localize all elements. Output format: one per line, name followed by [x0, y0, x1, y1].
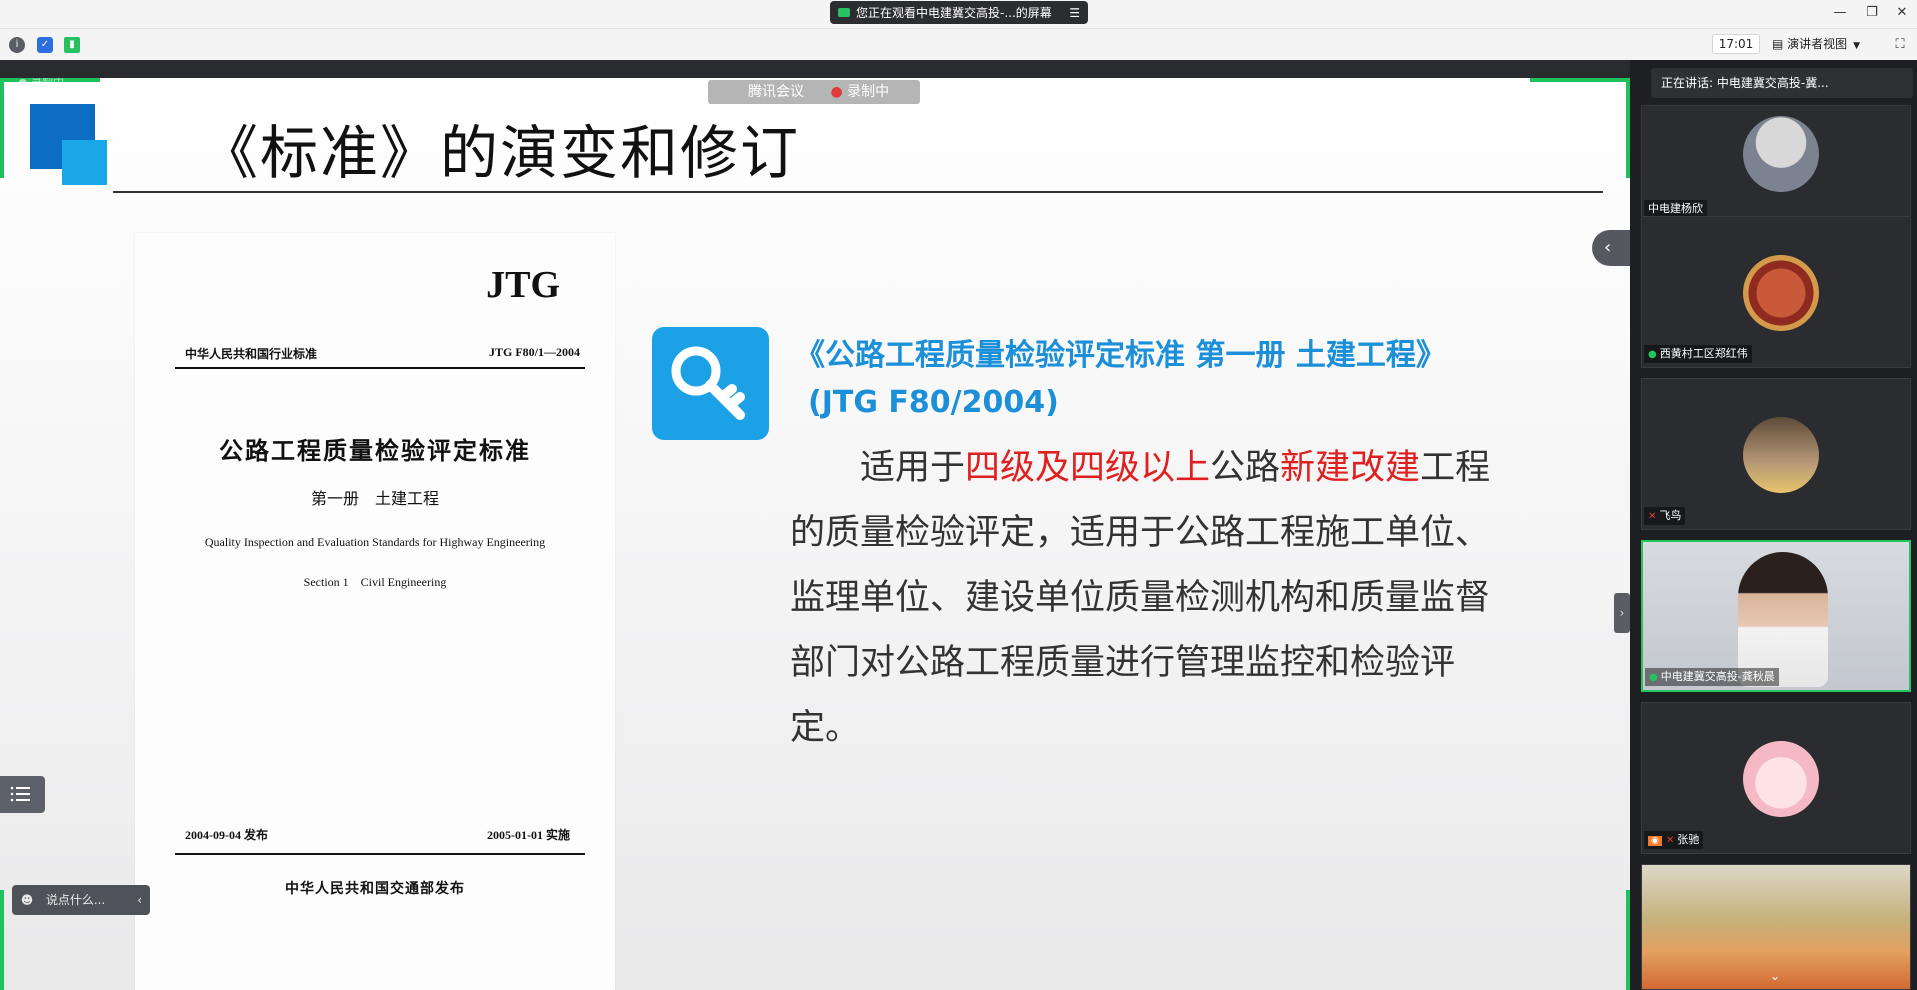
recording-label: 录制中 — [847, 84, 890, 100]
corner-marker — [1626, 890, 1630, 990]
doc-number: JTG F80/1—2004 — [488, 345, 580, 359]
emoji-icon[interactable]: ☻ — [12, 885, 42, 915]
mic-muted-icon: ✕ — [1665, 835, 1675, 846]
participant-tile[interactable]: ● 西黄村工区郑红伟 — [1641, 216, 1911, 368]
mic-icon: ● — [1649, 672, 1658, 683]
slide-title: 《标准》的演变和修订 — [200, 119, 801, 187]
user-icon: ◉ — [1648, 836, 1662, 846]
doc-english-section: Section 1 Civil Engineering — [303, 575, 447, 589]
avatar — [1743, 116, 1819, 192]
avatar — [1743, 255, 1819, 331]
corner-marker — [0, 78, 4, 178]
view-mode-button[interactable]: ▤ 演讲者视图 ▼ — [1772, 34, 1876, 54]
participant-tile[interactable]: 中电建杨欣 — [1641, 105, 1911, 223]
chevron-down-icon: ▼ — [1853, 41, 1861, 51]
mic-muted-icon: ✕ — [1648, 511, 1657, 522]
scope-highlight-grade: 四级及四级以上 — [965, 448, 1211, 488]
close-icon[interactable]: ✕ — [1892, 4, 1912, 22]
participant-name-label: ● 中电建冀交高投-龚秋晨 — [1645, 668, 1779, 686]
chevron-right-icon: › — [1619, 606, 1625, 620]
participant-name: 飞鸟 — [1659, 509, 1682, 522]
expand-handle[interactable]: › — [1614, 593, 1630, 633]
doc-publish-date: 2004-09-04 发布 — [185, 828, 268, 842]
meeting-badge: 腾讯会议 ● 录制中 — [708, 80, 920, 104]
collapse-panel-button[interactable]: ‹ — [1592, 230, 1630, 266]
participant-tile-active[interactable]: ● 中电建冀交高投-龚秋晨 — [1641, 540, 1911, 692]
participant-panel: 正在讲话: 中电建冀交高投-冀... 中电建杨欣 ● 西黄村工区郑红伟 ✕ 飞鸟 ●… — [1635, 60, 1917, 990]
participant-name-label: ◉ ✕ 张驰 — [1644, 831, 1704, 849]
logo-square-light — [62, 140, 107, 185]
participant-name-label: ● 西黄村工区郑红伟 — [1644, 345, 1752, 363]
title-bar: 您正在观看中电建冀交高投-...的屏幕 ☰ — ❐ ✕ — [0, 0, 1917, 28]
recording-corner: ● 录制中 — [18, 78, 65, 89]
stage-header — [0, 60, 1630, 78]
participant-name: 西黄村工区郑红伟 — [1659, 347, 1748, 360]
shield-icon[interactable]: ✓ — [37, 37, 53, 53]
chevron-left-icon[interactable]: ‹ — [137, 885, 142, 915]
speaking-text: 正在讲话: 中电建冀交高投-冀... — [1661, 76, 1829, 90]
scope-text-2: 公路 — [1210, 448, 1281, 488]
doc-header-row: 中华人民共和国行业标准 JTG F80/1—2004 — [185, 345, 580, 362]
avatar — [1743, 741, 1819, 817]
participant-name-label: ✕ 飞鸟 — [1644, 507, 1686, 525]
video-feed — [1738, 552, 1828, 687]
meeting-badge-label: 腾讯会议 — [748, 84, 804, 100]
speaking-indicator: 正在讲话: 中电建冀交高投-冀... — [1651, 68, 1913, 98]
camera-icon — [838, 8, 850, 17]
restore-icon[interactable]: ❐ — [1862, 4, 1882, 22]
chat-placeholder[interactable]: 说点什么... — [46, 893, 105, 907]
corner-marker — [0, 890, 4, 990]
doc-english-title: Quality Inspection and Evaluation Standa… — [204, 535, 546, 549]
info-icon[interactable]: i — [9, 37, 25, 53]
participant-tile[interactable]: ✕ 飞鸟 — [1641, 378, 1911, 530]
doc-top-rule — [175, 367, 585, 369]
doc-category: 中华人民共和国行业标准 — [185, 347, 318, 361]
doc-title: 公路工程质量检验评定标准 — [219, 439, 531, 465]
signal-icon[interactable]: ▮ — [64, 37, 80, 53]
scope-highlight-construction: 新建改建 — [1280, 448, 1421, 488]
list-icon — [10, 786, 30, 802]
menu-icon[interactable]: ☰ — [1069, 6, 1080, 20]
doc-brand: JTG — [486, 264, 560, 306]
doc-issuer: 中华人民共和国交通部发布 — [285, 882, 465, 897]
participant-tile[interactable]: ⌄ — [1641, 864, 1911, 990]
fullscreen-icon[interactable]: ⛶ — [1892, 37, 1908, 53]
shared-slide: ● 录制中 腾讯会议 ● 录制中 《标准》的演变和修订 JTG 中华人民共和国行… — [0, 78, 1630, 990]
doc-subtitle: 第一册 土建工程 — [310, 491, 439, 508]
participant-name: 中电建冀交高投-龚秋晨 — [1660, 670, 1775, 683]
share-banner[interactable]: 您正在观看中电建冀交高投-...的屏幕 ☰ — [830, 1, 1088, 24]
meeting-toolbar: i ✓ ▮ 17:01 ▤ 演讲者视图 ▼ ⛶ — [0, 28, 1917, 60]
document-cover: JTG 中华人民共和国行业标准 JTG F80/1—2004 公路工程质量检验评… — [135, 233, 615, 990]
title-divider — [113, 191, 1603, 193]
participant-tile[interactable]: ◉ ✕ 张驰 — [1641, 702, 1911, 854]
record-dot-icon: ● — [830, 84, 843, 100]
doc-effective-date: 2005-01-01 实施 — [487, 828, 570, 842]
meeting-time: 17:01 — [1712, 34, 1760, 54]
doc-bottom-rule — [175, 853, 585, 855]
key-icon — [652, 327, 769, 440]
participant-name: 张驰 — [1677, 833, 1700, 846]
layout-icon: ▤ — [1772, 37, 1788, 51]
minimize-icon[interactable]: — — [1830, 4, 1850, 22]
view-mode-label: 演讲者视图 — [1787, 37, 1848, 51]
share-banner-text: 您正在观看中电建冀交高投-...的屏幕 — [856, 6, 1052, 20]
chevron-left-icon: ‹ — [1604, 237, 1612, 258]
standard-code: (JTG F80/2004) — [808, 385, 1059, 420]
avatar — [1743, 417, 1819, 493]
list-menu-button[interactable] — [0, 776, 45, 813]
scope-text-3: 工程的质量检验评定，适用于公路工程施工单位、监理单位、建设单位质量检测机构和质量… — [790, 448, 1491, 748]
scope-text-1: 适用于 — [860, 448, 966, 488]
chevron-down-icon[interactable]: ⌄ — [1770, 969, 1780, 983]
recording-corner-label: 录制中 — [31, 78, 65, 89]
corner-marker — [1530, 78, 1630, 82]
standard-title: 《公路工程质量检验评定标准 第一册 土建工程》 — [795, 338, 1446, 373]
chat-input-bar[interactable]: ☻ 说点什么... ‹ — [12, 885, 150, 915]
mic-icon: ● — [1648, 349, 1657, 360]
scope-paragraph: 适用于四级及四级以上公路新建改建工程的质量检验评定，适用于公路工程施工单位、监理… — [790, 436, 1495, 761]
corner-marker — [1626, 78, 1630, 178]
